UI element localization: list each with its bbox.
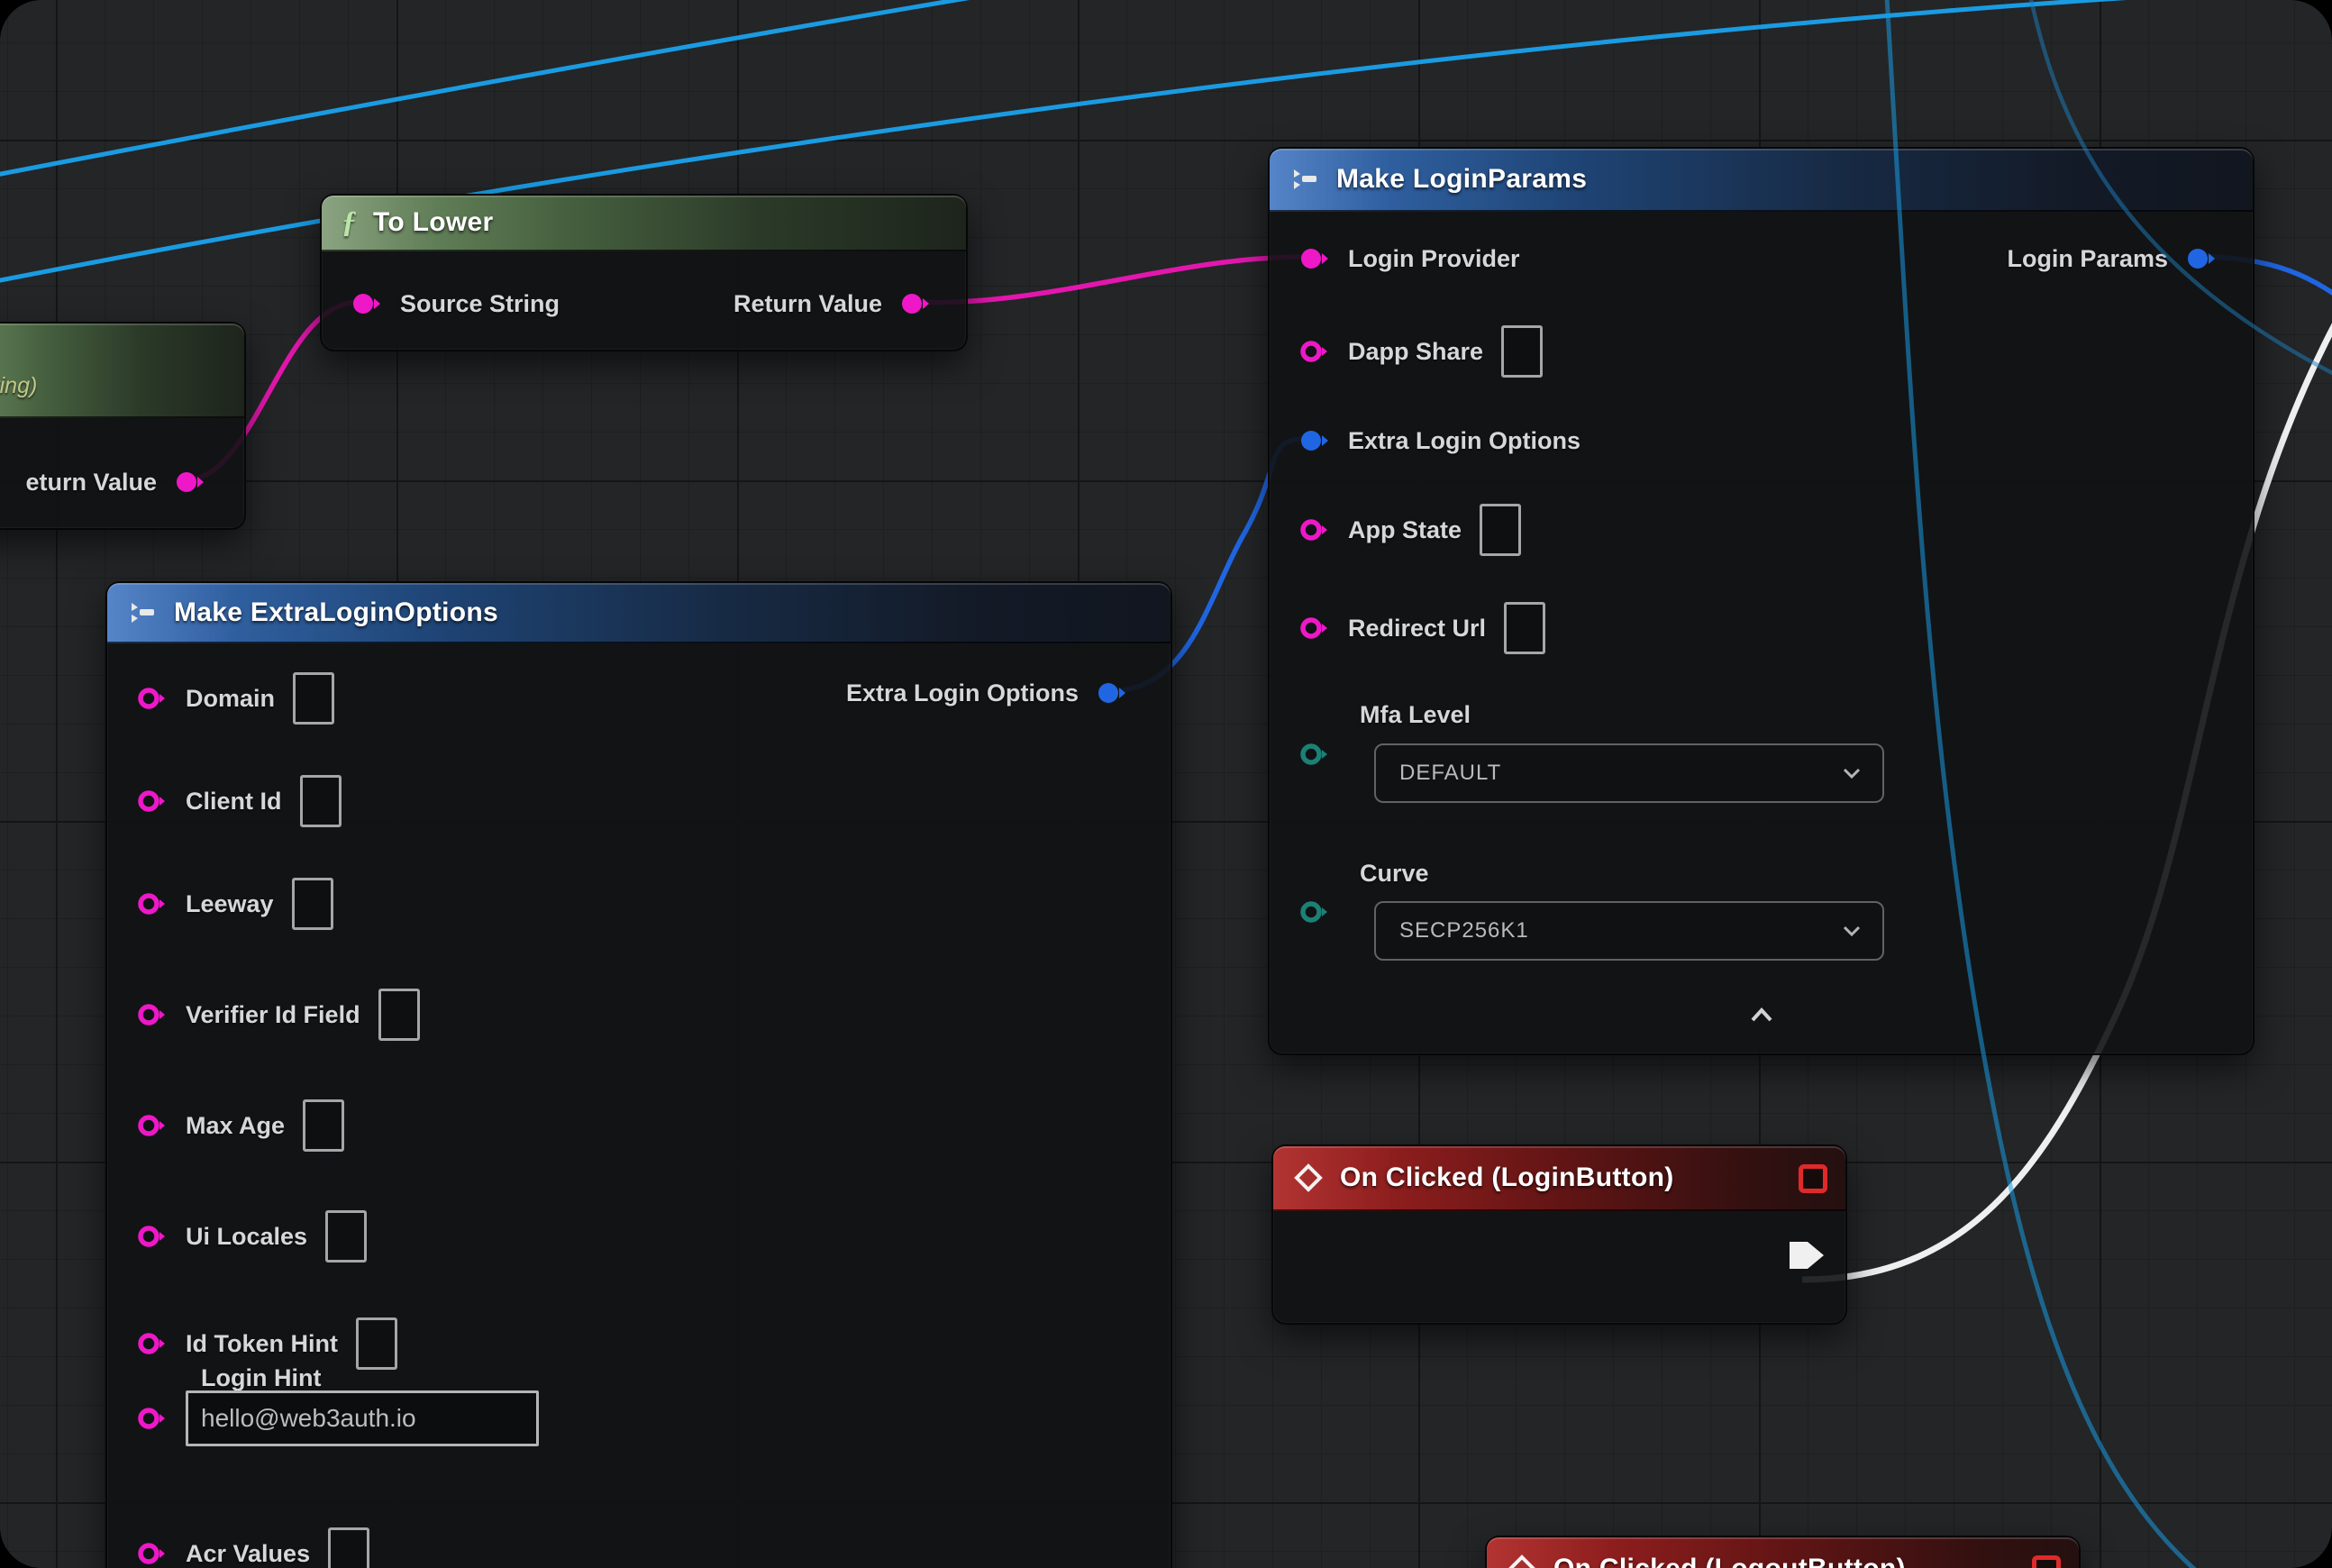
app-state-text-field[interactable] bbox=[1480, 504, 1521, 556]
chevron-down-icon bbox=[1843, 768, 1861, 779]
pin-label-ui-locales: Ui Locales bbox=[186, 1223, 307, 1251]
node-header[interactable]: Make ExtraLoginOptions bbox=[107, 583, 1171, 643]
pin-label-acr-values: Acr Values bbox=[186, 1540, 310, 1568]
pin-label-redirect-url: Redirect Url bbox=[1348, 615, 1486, 643]
string-pin[interactable] bbox=[137, 891, 168, 916]
node-make-extra-login-options[interactable]: Make ExtraLoginOptions Domain Client Id … bbox=[105, 581, 1172, 1568]
node-header[interactable]: tion ox (String) bbox=[0, 324, 244, 418]
string-pin[interactable] bbox=[137, 1406, 168, 1431]
string-pin-connected[interactable] bbox=[900, 291, 931, 316]
make-struct-icon bbox=[127, 599, 158, 626]
string-pin[interactable] bbox=[137, 789, 168, 814]
pin-label-curve: Curve bbox=[1360, 860, 1429, 888]
enum-pin[interactable] bbox=[1299, 899, 1330, 925]
mfa-level-dropdown[interactable]: DEFAULT bbox=[1374, 743, 1884, 803]
node-header[interactable]: On Clicked (LogoutButton) bbox=[1487, 1537, 2079, 1568]
node-title: Make ExtraLoginOptions bbox=[174, 597, 498, 628]
id-token-hint-text-field[interactable] bbox=[356, 1317, 397, 1370]
domain-text-field[interactable] bbox=[293, 672, 334, 725]
string-pin[interactable] bbox=[137, 1541, 168, 1566]
pin-label-max-age: Max Age bbox=[186, 1112, 285, 1140]
collapse-node-button[interactable] bbox=[1745, 1005, 1778, 1025]
chevron-down-icon bbox=[1843, 925, 1861, 937]
pin-label-verifier-id-field: Verifier Id Field bbox=[186, 1001, 360, 1029]
pin-label-return-value: Return Value bbox=[733, 290, 882, 318]
max-age-text-field[interactable] bbox=[303, 1099, 344, 1152]
node-get-selected-option-partial[interactable]: tion ox (String) eturn Value bbox=[0, 322, 246, 530]
node-title: Make LoginParams bbox=[1336, 164, 1587, 195]
make-struct-icon bbox=[1289, 166, 1320, 193]
struct-pin-connected[interactable] bbox=[1299, 428, 1330, 453]
string-pin[interactable] bbox=[137, 1331, 168, 1356]
pin-label-return-value: eturn Value bbox=[25, 469, 157, 497]
function-icon: ƒ bbox=[342, 205, 357, 240]
leeway-text-field[interactable] bbox=[292, 878, 333, 930]
acr-values-text-field[interactable] bbox=[328, 1527, 369, 1568]
client-id-text-field[interactable] bbox=[300, 775, 342, 827]
node-header[interactable]: On Clicked (LoginButton) bbox=[1273, 1146, 1845, 1211]
enum-pin[interactable] bbox=[1299, 742, 1330, 767]
string-pin-connected[interactable] bbox=[1299, 246, 1330, 271]
login-hint-input[interactable] bbox=[186, 1390, 539, 1446]
node-to-lower[interactable]: ƒ To Lower Source String Return Value bbox=[320, 194, 968, 351]
pin-label-extra-login-options-out: Extra Login Options bbox=[846, 679, 1079, 707]
string-pin[interactable] bbox=[1299, 517, 1330, 542]
string-pin-connected[interactable] bbox=[351, 291, 382, 316]
curve-value: SECP256K1 bbox=[1399, 918, 1529, 944]
verifier-id-text-field[interactable] bbox=[378, 989, 420, 1041]
event-icon bbox=[1293, 1162, 1324, 1193]
pin-label-source-string: Source String bbox=[400, 290, 560, 318]
string-pin[interactable] bbox=[137, 1113, 168, 1138]
string-pin[interactable] bbox=[1299, 615, 1330, 641]
wire-magenta-tolower-to-loginprovider bbox=[910, 257, 1305, 303]
pin-label-extra-login-options-in: Extra Login Options bbox=[1348, 427, 1580, 455]
node-title: On Clicked (LoginButton) bbox=[1340, 1162, 1673, 1193]
blueprint-graph-canvas[interactable]: tion ox (String) eturn Value ƒ To Lower … bbox=[0, 0, 2332, 1568]
string-pin[interactable] bbox=[1299, 339, 1330, 364]
ui-locales-text-field[interactable] bbox=[325, 1210, 367, 1263]
node-on-clicked-login-button[interactable]: On Clicked (LoginButton) bbox=[1271, 1144, 1847, 1325]
pin-label-dapp-share: Dapp Share bbox=[1348, 338, 1483, 366]
pin-label-mfa-level: Mfa Level bbox=[1360, 701, 1471, 729]
mfa-level-value: DEFAULT bbox=[1399, 761, 1501, 786]
event-icon bbox=[1507, 1554, 1537, 1568]
node-header[interactable]: Make LoginParams bbox=[1270, 149, 2253, 212]
wire-blue-topleft-1 bbox=[0, 0, 1052, 178]
pin-label-login-params-out: Login Params bbox=[2007, 245, 2168, 273]
string-pin[interactable] bbox=[137, 1002, 168, 1027]
pin-label-leeway: Leeway bbox=[186, 890, 274, 918]
pin-label-domain: Domain bbox=[186, 685, 275, 713]
pin-label-id-token-hint: Id Token Hint bbox=[186, 1330, 338, 1358]
string-pin-connected[interactable] bbox=[175, 469, 205, 495]
string-pin[interactable] bbox=[137, 1224, 168, 1249]
node-header[interactable]: ƒ To Lower bbox=[322, 196, 966, 251]
pin-label-login-hint: Login Hint bbox=[201, 1364, 321, 1392]
pin-label-login-provider: Login Provider bbox=[1348, 245, 1520, 273]
struct-pin-connected[interactable] bbox=[2186, 246, 2217, 271]
exec-pin-out[interactable] bbox=[1786, 1236, 1827, 1274]
delegate-pin[interactable] bbox=[1799, 1164, 1827, 1193]
curve-dropdown[interactable]: SECP256K1 bbox=[1374, 901, 1884, 961]
struct-pin-connected[interactable] bbox=[1097, 680, 1127, 706]
redirect-url-text-field[interactable] bbox=[1504, 602, 1545, 654]
blueprint-editor: tion ox (String) eturn Value ƒ To Lower … bbox=[0, 0, 2332, 1568]
pin-label-app-state: App State bbox=[1348, 516, 1462, 544]
node-title: On Clicked (LogoutButton) bbox=[1553, 1554, 1906, 1568]
node-subtitle-fragment: ox (String) bbox=[0, 373, 37, 399]
dapp-share-text-field[interactable] bbox=[1501, 325, 1543, 378]
delegate-pin[interactable] bbox=[2032, 1555, 2061, 1568]
node-on-clicked-logout-button[interactable]: On Clicked (LogoutButton) bbox=[1485, 1536, 2081, 1568]
node-make-login-params[interactable]: Make LoginParams Login Provider Dapp Sha… bbox=[1268, 147, 2255, 1055]
pin-label-client-id: Client Id bbox=[186, 788, 282, 816]
node-title: To Lower bbox=[373, 207, 494, 238]
string-pin[interactable] bbox=[137, 686, 168, 711]
